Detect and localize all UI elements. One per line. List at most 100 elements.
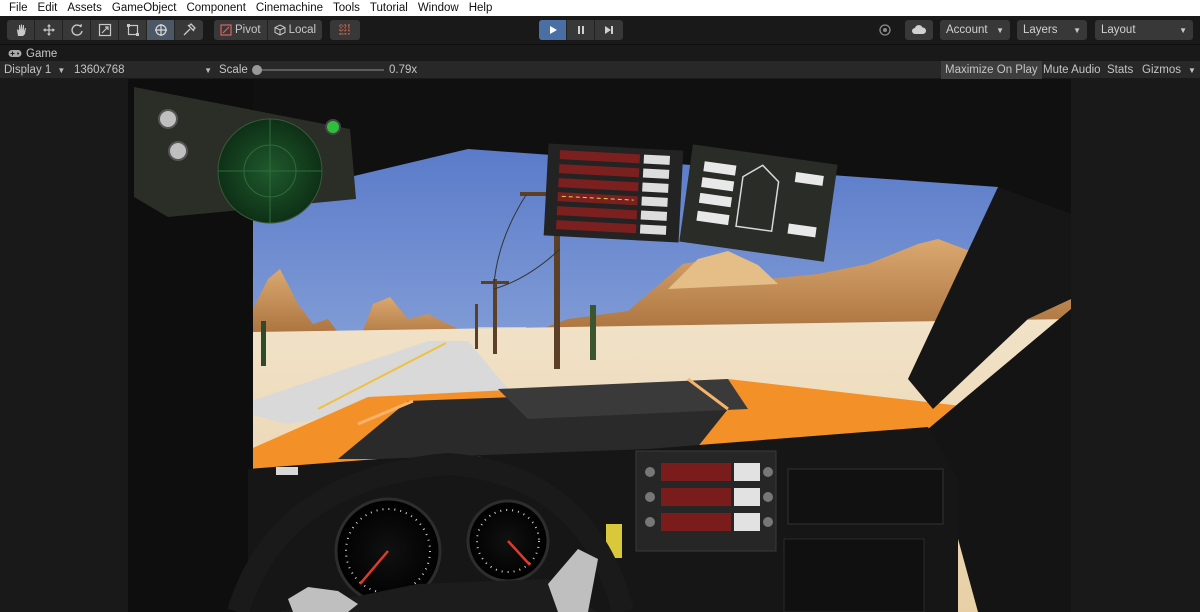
knob [763, 492, 773, 502]
cloud-button[interactable] [905, 20, 933, 40]
transform-tool-button[interactable] [147, 20, 175, 40]
grid-snap-button[interactable] [330, 20, 360, 40]
main-toolbar: Pivot Local Account ▼ Layers ▼ Layout ▼ [0, 16, 1200, 44]
menu-tutorial[interactable]: Tutorial [365, 0, 413, 16]
scale-value: 0.79x [389, 64, 418, 76]
car-diagram-panel [679, 144, 838, 262]
knob [645, 492, 655, 502]
knob [645, 517, 655, 527]
switch-toggle [734, 513, 760, 531]
play-icon [549, 26, 557, 34]
menu-window[interactable]: Window [413, 0, 464, 16]
dash-switch-panel [635, 450, 777, 552]
game-scene: P R N D 2 1 [128, 79, 1071, 612]
step-button[interactable] [595, 20, 623, 40]
transform-tools [7, 20, 203, 40]
account-label: Account [946, 24, 988, 36]
switch-panel [543, 143, 684, 243]
chevron-down-icon: ▼ [204, 65, 212, 75]
move-icon [42, 24, 55, 36]
rect-icon [126, 24, 139, 36]
knob [645, 467, 655, 477]
cactus [590, 305, 596, 360]
scale-icon [98, 23, 111, 37]
layers-label: Layers [1023, 24, 1058, 36]
pivot-icon [220, 24, 232, 36]
utility-pole [520, 192, 548, 196]
menu-component[interactable]: Component [181, 0, 250, 16]
menu-help[interactable]: Help [464, 0, 498, 16]
indicator-light [325, 119, 341, 135]
chevron-down-icon: ▼ [1179, 25, 1187, 35]
pivot-toggles: Pivot Local [214, 20, 323, 40]
switch-toggle [642, 168, 670, 179]
layers-dropdown[interactable]: Layers ▼ [1017, 20, 1087, 40]
grid-snap-icon [339, 24, 351, 36]
switch-toggle [642, 182, 669, 193]
collab-button[interactable] [873, 20, 897, 40]
rotate-tool-button[interactable] [63, 20, 91, 40]
game-view-toolbar: Display 1 ▼ 1360x768 ▼ Scale 0.79x Maxim… [0, 61, 1200, 79]
glovebox-panel [787, 468, 944, 525]
hand-tool-button[interactable] [7, 20, 35, 40]
menu-cinemachine[interactable]: Cinemachine [251, 0, 328, 16]
pause-button[interactable] [567, 20, 595, 40]
menu-edit[interactable]: Edit [33, 0, 63, 16]
switch-toggle [640, 210, 668, 221]
game-viewport: P R N D 2 1 [0, 79, 1200, 612]
menu-bar: File Edit Assets GameObject Component Ci… [0, 0, 1200, 16]
cactus [261, 321, 266, 366]
step-icon [605, 26, 613, 34]
layout-label: Layout [1101, 24, 1136, 36]
switch-toggle [734, 488, 760, 506]
pause-icon [577, 26, 584, 34]
resolution-label: 1360x768 [74, 64, 125, 76]
transform-icon [154, 24, 167, 36]
scale-slider-track[interactable] [256, 69, 384, 71]
knob [763, 467, 773, 477]
scale-label: Scale [219, 64, 248, 76]
pivot-label: Pivot [235, 24, 261, 36]
switch-strip [661, 488, 731, 506]
chevron-down-icon: ▼ [996, 25, 1004, 35]
playback-controls [539, 20, 623, 40]
scale-tool-button[interactable] [91, 20, 119, 40]
custom-tool-button[interactable] [175, 20, 203, 40]
gizmos-dropdown[interactable]: Gizmos ▼ [1138, 61, 1200, 79]
dash-vent [783, 538, 925, 612]
menu-tools[interactable]: Tools [328, 0, 365, 16]
display-dropdown[interactable]: Display 1 ▼ [4, 61, 70, 79]
maximize-on-play-toggle[interactable]: Maximize On Play [941, 61, 1042, 79]
utility-pole [481, 281, 509, 284]
game-render[interactable]: P R N D 2 1 [128, 79, 1071, 612]
play-button[interactable] [539, 20, 567, 40]
pivot-button[interactable]: Pivot [214, 20, 268, 40]
mute-audio-toggle[interactable]: Mute Audio [1039, 61, 1105, 79]
utility-pole [493, 279, 497, 354]
scale-slider-thumb[interactable] [252, 65, 262, 75]
cloud-icon [912, 25, 927, 34]
local-label: Local [288, 24, 317, 36]
gamepad-icon [8, 50, 22, 57]
collab-icon [879, 24, 891, 36]
move-tool-button[interactable] [35, 20, 63, 40]
rotate-icon [70, 23, 83, 36]
local-button[interactable]: Local [268, 20, 323, 40]
dash-sticker [276, 467, 298, 475]
switch-toggle [641, 196, 668, 207]
chevron-down-icon: ▼ [1073, 25, 1081, 35]
switch-toggle [734, 463, 760, 481]
chevron-down-icon: ▼ [57, 65, 66, 75]
tab-game[interactable]: Game [0, 45, 65, 62]
account-dropdown[interactable]: Account ▼ [940, 20, 1010, 40]
tab-row: Game [0, 44, 1200, 61]
menu-assets[interactable]: Assets [62, 0, 107, 16]
menu-gameobject[interactable]: GameObject [107, 0, 182, 16]
switch-toggle [639, 224, 667, 235]
local-icon [274, 24, 286, 36]
layout-dropdown[interactable]: Layout ▼ [1095, 20, 1193, 40]
resolution-dropdown[interactable]: 1360x768 ▼ [74, 61, 212, 79]
rect-tool-button[interactable] [119, 20, 147, 40]
menu-file[interactable]: File [4, 0, 33, 16]
stats-toggle[interactable]: Stats [1103, 61, 1137, 79]
